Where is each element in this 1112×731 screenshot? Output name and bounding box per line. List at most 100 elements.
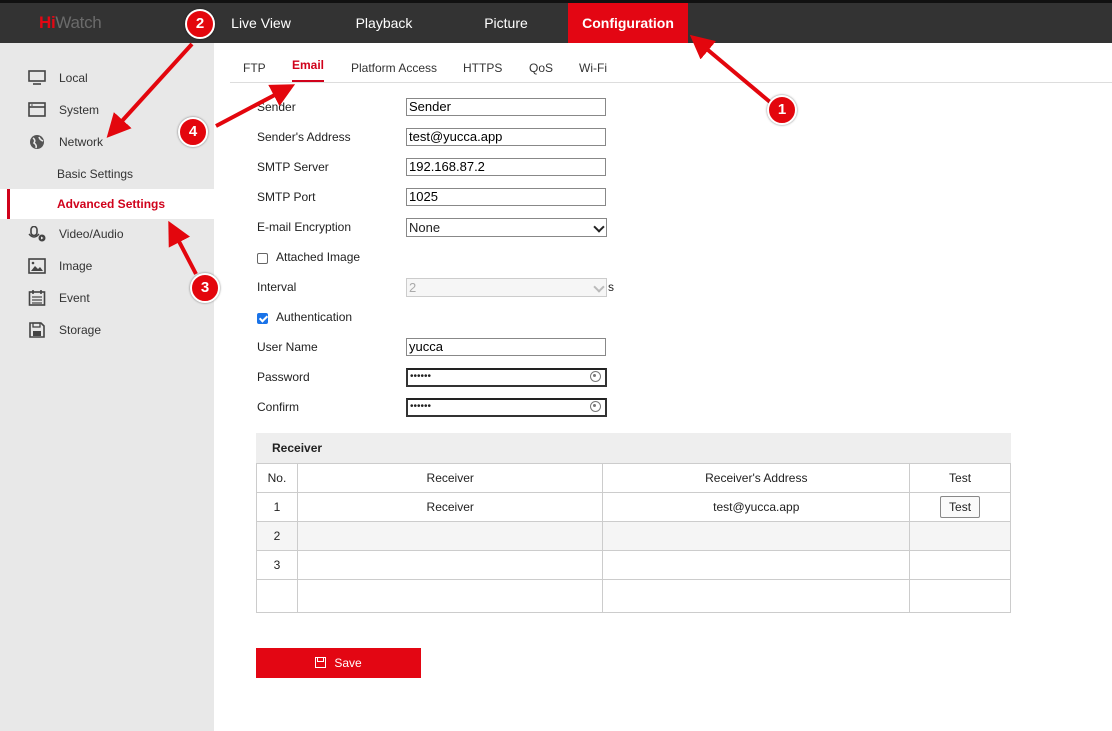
- save-button[interactable]: Save: [256, 648, 421, 678]
- test-button[interactable]: Test: [940, 496, 981, 518]
- brand-logo-prefix: Hi: [39, 13, 56, 32]
- sidebar-sub-label: Advanced Settings: [57, 197, 166, 211]
- system-icon: [28, 102, 46, 117]
- interval-label: Interval: [257, 280, 297, 294]
- sidebar-item-storage[interactable]: Storage: [0, 315, 214, 345]
- column-header-address: Receiver's Address: [602, 463, 911, 493]
- sender-address-input[interactable]: test@yucca.app: [406, 128, 606, 146]
- sender-label: Sender: [257, 100, 296, 114]
- calendar-icon: [28, 290, 46, 306]
- cell-test: [909, 521, 1011, 551]
- column-header-test: Test: [909, 463, 1011, 493]
- confirm-label: Confirm: [257, 400, 300, 414]
- cell-receiver[interactable]: [296, 521, 604, 551]
- nav-playback[interactable]: Playback: [337, 3, 431, 43]
- interval-unit: s: [608, 280, 614, 294]
- interval-select[interactable]: 2: [406, 278, 607, 297]
- cell-receiver[interactable]: [296, 579, 604, 613]
- table-row[interactable]: 1 Receiver test@yucca.app Test: [256, 492, 1011, 522]
- nav-live-view[interactable]: Live View: [215, 3, 307, 43]
- authentication-checkbox[interactable]: [257, 313, 268, 324]
- show-password-icon[interactable]: [590, 401, 601, 412]
- cell-no: [256, 579, 298, 613]
- sidebar-item-label: Local: [59, 71, 88, 85]
- encryption-label: E-mail Encryption: [257, 220, 352, 234]
- table-row[interactable]: [256, 579, 1011, 613]
- save-button-label: Save: [334, 656, 362, 670]
- receiver-section-title: Receiver: [272, 441, 323, 455]
- cell-address[interactable]: [602, 579, 911, 613]
- cell-test: [909, 579, 1011, 613]
- interval-select-value: 2: [409, 280, 417, 295]
- top-border: [0, 0, 1112, 3]
- username-input[interactable]: yucca: [406, 338, 606, 356]
- tab-platform-access[interactable]: Platform Access: [351, 52, 437, 82]
- annotation-badge-1: 1: [767, 95, 797, 125]
- sidebar-item-advanced-settings[interactable]: Advanced Settings: [0, 189, 214, 219]
- cell-address[interactable]: test@yucca.app: [602, 492, 911, 522]
- table-row[interactable]: 3: [256, 550, 1011, 580]
- sidebar-item-label: Image: [59, 259, 93, 273]
- sidebar-item-label: Event: [59, 291, 90, 305]
- confirm-password-input[interactable]: ••••••: [406, 398, 607, 417]
- globe-icon: [30, 135, 44, 149]
- chevron-down-icon: [593, 281, 605, 293]
- cell-address[interactable]: [602, 550, 911, 580]
- sender-address-label: Sender's Address: [257, 130, 351, 144]
- sidebar-item-basic-settings[interactable]: Basic Settings: [0, 159, 214, 189]
- nav-picture[interactable]: Picture: [466, 3, 546, 43]
- microphone-icon: [28, 226, 46, 242]
- tab-qos[interactable]: QoS: [529, 52, 553, 82]
- monitor-icon: [28, 70, 46, 85]
- sidebar-sub-label: Basic Settings: [57, 167, 134, 181]
- tab-https[interactable]: HTTPS: [463, 52, 502, 82]
- save-icon: [315, 657, 327, 668]
- column-header-receiver: Receiver: [296, 463, 604, 493]
- cell-receiver[interactable]: [296, 550, 604, 580]
- column-header-no: No.: [256, 463, 298, 493]
- cell-test: Test: [909, 492, 1011, 522]
- nav-configuration[interactable]: Configuration: [568, 3, 688, 43]
- cell-test: [909, 550, 1011, 580]
- chevron-down-icon: [593, 221, 605, 233]
- table-row[interactable]: 2: [256, 521, 1011, 551]
- receiver-section-header: Receiver: [256, 433, 1011, 463]
- sender-input[interactable]: Sender: [406, 98, 606, 116]
- tab-email[interactable]: Email: [292, 50, 325, 82]
- tab-wifi[interactable]: Wi-Fi: [579, 52, 607, 82]
- sidebar-item-video-audio[interactable]: Video/Audio: [0, 219, 214, 249]
- attached-image-checkbox[interactable]: [257, 253, 268, 264]
- password-label: Password: [257, 370, 310, 384]
- image-icon: [28, 258, 46, 274]
- top-navigation-bar: HiWatch Live View Playback Picture Confi…: [0, 0, 1112, 43]
- encryption-select-value: None: [409, 220, 441, 235]
- active-indicator: [7, 189, 10, 219]
- password-input[interactable]: ••••••: [406, 368, 607, 387]
- cell-no: 3: [256, 550, 298, 580]
- receiver-table: No. Receiver Receiver's Address Test 1 R…: [256, 463, 1011, 613]
- annotation-badge-4: 4: [178, 117, 208, 147]
- encryption-select[interactable]: None: [406, 218, 607, 237]
- smtp-port-label: SMTP Port: [257, 190, 316, 204]
- show-password-icon[interactable]: [590, 371, 601, 382]
- sidebar-item-label: System: [59, 103, 100, 117]
- annotation-badge-2: 2: [185, 9, 215, 39]
- cell-receiver[interactable]: Receiver: [296, 492, 604, 522]
- sidebar-item-image[interactable]: Image: [0, 251, 214, 281]
- settings-tabs: FTP Email Platform Access HTTPS QoS Wi-F…: [230, 52, 1112, 83]
- cell-no: 1: [256, 492, 298, 522]
- sidebar-item-label: Video/Audio: [59, 227, 124, 241]
- sidebar-item-event[interactable]: Event: [0, 283, 214, 313]
- cell-address[interactable]: [602, 521, 911, 551]
- smtp-port-input[interactable]: 1025: [406, 188, 606, 206]
- brand-logo: HiWatch: [39, 13, 102, 33]
- sidebar-item-label: Storage: [59, 323, 102, 337]
- sidebar-item-label: Network: [59, 135, 104, 149]
- smtp-server-input[interactable]: 192.168.87.2: [406, 158, 606, 176]
- smtp-server-label: SMTP Server: [257, 160, 329, 174]
- table-header-row: No. Receiver Receiver's Address Test: [256, 463, 1011, 493]
- brand-logo-rest: Watch: [55, 13, 102, 32]
- confirm-password-value: ••••••: [410, 401, 432, 412]
- sidebar-item-local[interactable]: Local: [0, 63, 214, 93]
- tab-ftp[interactable]: FTP: [243, 52, 266, 82]
